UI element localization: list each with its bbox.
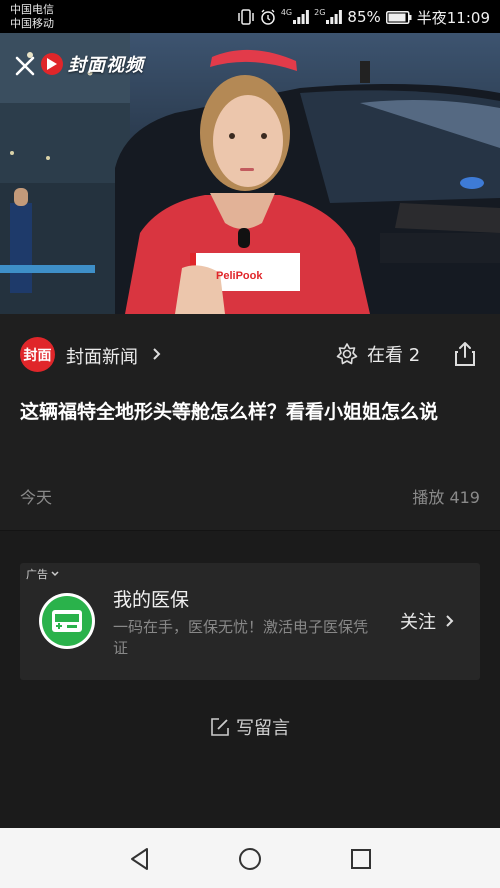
alarm-icon — [260, 9, 276, 25]
watching-button[interactable]: 在看 2 — [335, 341, 420, 367]
article-title: 这辆福特全地形头等舱怎么样？看看小姐姐怎么说 — [20, 401, 439, 423]
publisher-avatar[interactable]: 封面 — [20, 337, 55, 372]
signal-4g-icon: 4G — [280, 7, 310, 24]
ad-name: 我的医保 — [113, 589, 190, 611]
carrier-2: 中国移动 — [10, 17, 54, 30]
share-button[interactable] — [452, 340, 478, 368]
watching-icon — [336, 343, 358, 365]
svg-text:PeliPook: PeliPook — [216, 270, 263, 282]
signal-4g-label: 4G — [280, 7, 293, 17]
ad-card[interactable]: 广告 我的医保 一码在手，医保无忧！激活电子医保凭证 关注 — [20, 563, 480, 680]
publish-date: 今天 — [20, 488, 53, 507]
ad-follow-button[interactable]: 关注 — [400, 608, 456, 634]
ad-tag[interactable]: 广告 — [20, 563, 66, 585]
carrier-1: 中国电信 — [10, 3, 54, 16]
clock: 半夜11:09 — [416, 8, 490, 27]
signal-2g-label: 2G — [314, 7, 326, 17]
close-icon — [15, 56, 35, 76]
status-bar: 中国电信 中国移动 4G 2G 85% 半夜11:09 — [0, 0, 500, 33]
watching-label: 在看 2 — [367, 345, 421, 366]
ad-tag-label: 广告 — [26, 568, 48, 581]
status-icons: 4G 2G 85% 半夜11:09 — [237, 7, 490, 27]
medical-insurance-icon — [42, 596, 92, 646]
signal-2g-icon: 2G — [314, 7, 343, 24]
video-player[interactable]: PeliPook 封面视频 — [0, 33, 500, 314]
share-icon — [455, 342, 475, 366]
ad-follow-label: 关注 — [400, 612, 436, 633]
write-comment-label: 写留言 — [236, 718, 290, 739]
system-nav-bar — [0, 828, 500, 888]
recents-icon[interactable] — [348, 846, 374, 872]
battery-percent: 85% — [347, 8, 381, 26]
chevron-down-icon — [51, 571, 59, 577]
ad-description: 一码在手，医保无忧！激活电子医保凭证 — [113, 618, 369, 657]
publisher-name[interactable]: 封面新闻 — [66, 343, 138, 369]
publisher-row: 封面 封面新闻 在看 2 — [0, 314, 500, 394]
write-comment-button[interactable]: 写留言 — [210, 714, 290, 740]
home-icon[interactable] — [237, 846, 263, 872]
play-count: 播放 419 — [412, 488, 480, 507]
back-icon[interactable] — [127, 846, 153, 872]
vibrate-icon — [237, 9, 255, 25]
watermark-text: 封面视频 — [68, 55, 144, 76]
battery-icon — [385, 10, 412, 24]
edit-icon — [211, 718, 229, 736]
chevron-right-icon — [446, 615, 454, 627]
close-button[interactable] — [12, 53, 38, 79]
video-watermark: 封面视频 — [40, 51, 144, 77]
brand-logo-icon — [41, 53, 63, 75]
ad-logo — [39, 593, 95, 649]
chevron-right-icon[interactable] — [150, 342, 164, 366]
